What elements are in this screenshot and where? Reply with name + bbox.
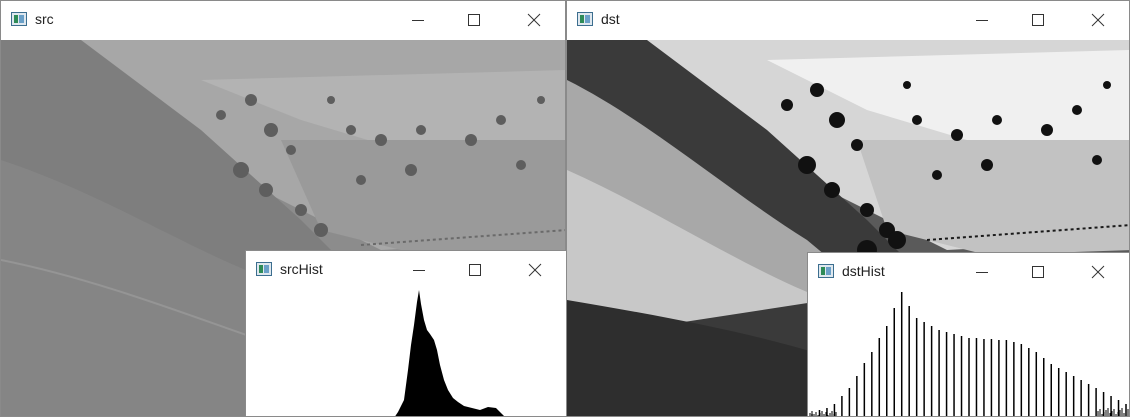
dstHist-plot bbox=[808, 292, 1129, 416]
minimize-button[interactable] bbox=[959, 253, 1005, 291]
close-icon bbox=[528, 263, 542, 277]
close-icon bbox=[1091, 265, 1105, 279]
opencv-window-icon bbox=[11, 12, 27, 26]
minimize-button[interactable] bbox=[395, 1, 441, 39]
src-titlebar[interactable]: src bbox=[1, 1, 565, 39]
dstHist-window: dstHist bbox=[807, 252, 1130, 417]
minimize-icon bbox=[412, 20, 424, 21]
minimize-icon bbox=[413, 270, 425, 271]
close-icon bbox=[527, 13, 541, 27]
maximize-button[interactable] bbox=[452, 251, 498, 289]
maximize-icon bbox=[468, 14, 480, 26]
opencv-window-icon bbox=[256, 262, 272, 276]
opencv-window-icon bbox=[577, 12, 593, 26]
minimize-button[interactable] bbox=[396, 251, 442, 289]
dstHist-titlebar[interactable]: dstHist bbox=[808, 253, 1129, 291]
minimize-icon bbox=[976, 20, 988, 21]
maximize-icon bbox=[1032, 14, 1044, 26]
maximize-icon bbox=[1032, 266, 1044, 278]
minimize-icon bbox=[976, 272, 988, 273]
close-button[interactable] bbox=[512, 251, 558, 289]
maximize-button[interactable] bbox=[1015, 253, 1061, 291]
window-title: src bbox=[35, 11, 54, 27]
close-button[interactable] bbox=[1075, 1, 1121, 39]
window-title: srcHist bbox=[280, 261, 323, 277]
maximize-button[interactable] bbox=[1015, 1, 1061, 39]
opencv-window-icon bbox=[818, 264, 834, 278]
minimize-button[interactable] bbox=[959, 1, 1005, 39]
window-title: dstHist bbox=[842, 263, 885, 279]
close-button[interactable] bbox=[1075, 253, 1121, 291]
close-icon bbox=[1091, 13, 1105, 27]
maximize-button[interactable] bbox=[451, 1, 497, 39]
dst-titlebar[interactable]: dst bbox=[567, 1, 1129, 39]
srcHist-titlebar[interactable]: srcHist bbox=[246, 251, 566, 289]
window-title: dst bbox=[601, 11, 620, 27]
srcHist-plot bbox=[246, 290, 566, 416]
maximize-icon bbox=[469, 264, 481, 276]
close-button[interactable] bbox=[511, 1, 557, 39]
srcHist-window: srcHist bbox=[245, 250, 567, 417]
